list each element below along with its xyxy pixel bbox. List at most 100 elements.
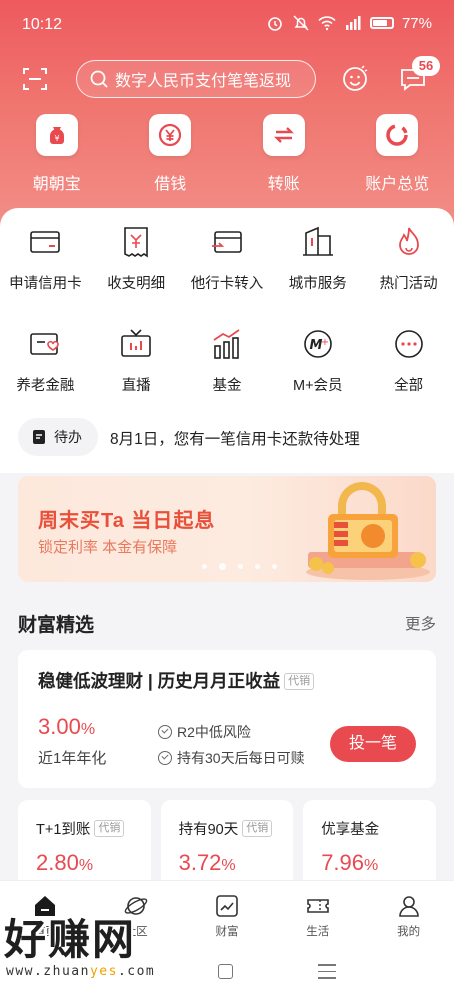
product-card[interactable]: 优享基金 7.96%: [303, 800, 436, 890]
product-card-title: 优享基金: [321, 818, 379, 839]
transfer-arrows-icon: [262, 114, 305, 156]
quick-action-label: 转账: [267, 176, 300, 193]
nav-menu-button[interactable]: [318, 964, 336, 979]
product-card[interactable]: T+1到账 代销 2.80%: [18, 800, 151, 890]
quick-action-transfer[interactable]: 转账: [227, 114, 341, 204]
tab-me[interactable]: 我的: [363, 881, 454, 942]
product-rate-unit: %: [80, 721, 96, 738]
services-row: 养老金融 直播 基金 M + M+会员 全部: [0, 326, 454, 395]
message-badge: 56: [412, 56, 440, 76]
service-label: 养老金融: [16, 378, 75, 394]
search-input[interactable]: 数字人民币支付笔笔返现: [76, 60, 316, 98]
wifi-icon: [318, 16, 336, 31]
quick-action-account-overview[interactable]: 账户总览: [341, 114, 454, 204]
receipt-icon: [124, 227, 148, 258]
service-label: 收支明细: [107, 276, 166, 292]
product-title-text: 稳健低波理财 | 历史月月正收益: [38, 671, 281, 691]
service-label: M+会员: [293, 378, 343, 394]
quick-action-loan[interactable]: 借钱: [114, 114, 228, 204]
status-time: 10:12: [22, 16, 63, 33]
status-icons: 77%: [266, 14, 432, 32]
service-hot-events[interactable]: 热门活动: [363, 224, 454, 293]
product-card[interactable]: 持有90天 代销 3.72%: [160, 800, 294, 890]
pagination-dot[interactable]: [255, 564, 260, 569]
product-card-title-text: T+1到账: [36, 822, 91, 838]
tab-home[interactable]: 首页: [0, 881, 91, 942]
check-circle-icon: [158, 725, 172, 739]
planet-icon: [124, 897, 148, 915]
service-label: 他行卡转入: [190, 276, 264, 292]
service-m-plus-member[interactable]: M + M+会员: [272, 326, 363, 395]
tab-label: 首页: [33, 926, 57, 938]
service-all[interactable]: 全部: [363, 326, 454, 395]
person-icon: [398, 896, 419, 917]
service-live[interactable]: 直播: [91, 326, 182, 395]
banner-title: 周末买Ta 当日起息: [38, 510, 216, 532]
services-panel: 申请信用卡 收支明细 他行卡转入 城市服务 热门活动 养老金融 直播 基金 M …: [0, 208, 454, 473]
more-dots-icon: [394, 330, 423, 358]
mute-icon: [293, 15, 309, 31]
agency-tag: 代销: [94, 820, 125, 837]
product-feature: 持有30天后每日可赎: [158, 748, 305, 768]
service-city-services[interactable]: 城市服务: [272, 224, 363, 293]
home-icon: [35, 896, 56, 916]
todo-icon: [33, 430, 45, 444]
service-label: 基金: [212, 378, 242, 394]
building-icon: [302, 226, 333, 256]
scan-icon[interactable]: [22, 66, 48, 92]
tab-label: 社区: [124, 926, 148, 938]
smiley-icon[interactable]: [340, 64, 370, 94]
section-title: 财富精选: [18, 615, 95, 636]
tab-label: 生活: [306, 926, 330, 938]
feature-text: 持有30天后每日可赎: [177, 750, 305, 766]
product-card-rate: 7.96%: [321, 850, 378, 876]
service-other-bank-transfer-in[interactable]: 他行卡转入: [182, 224, 273, 293]
quick-action-zhaozhaobao[interactable]: ¥ 朝朝宝: [0, 114, 114, 204]
signal-icon: [345, 16, 361, 30]
pagination-dot[interactable]: [238, 564, 243, 569]
service-pension-finance[interactable]: 养老金融: [0, 326, 91, 395]
pension-card-icon: [30, 333, 60, 355]
system-nav-bar: [0, 942, 454, 1000]
services-row: 申请信用卡 收支明细 他行卡转入 城市服务 热门活动: [0, 224, 454, 293]
nav-home-button[interactable]: [218, 964, 233, 979]
service-income-expense[interactable]: 收支明细: [91, 224, 182, 293]
status-bar: 10:12 77%: [0, 0, 454, 50]
service-label: 热门活动: [379, 276, 438, 292]
product-feature: R2中低风险: [158, 722, 251, 742]
quick-action-label: 账户总览: [365, 176, 430, 193]
product-card-rate: 2.80%: [36, 850, 93, 876]
todo-pill[interactable]: 待办: [18, 418, 98, 456]
quick-action-label: 朝朝宝: [32, 176, 81, 193]
pagination-dot-active[interactable]: [219, 563, 226, 570]
product-rate-label: 近1年年化: [38, 750, 107, 767]
card-transfer-icon: [211, 231, 242, 253]
product-card-title-text: 持有90天: [178, 822, 239, 838]
promo-banner[interactable]: 周末买Ta 当日起息 锁定利率 本金有保障: [18, 476, 436, 582]
check-circle-icon: [158, 751, 172, 765]
top-bar: 数字人民币支付笔笔返现 56: [0, 56, 454, 102]
rate-value: 3.72: [178, 850, 222, 875]
banner-pagination: [202, 563, 277, 570]
service-fund[interactable]: 基金: [182, 326, 273, 395]
pagination-dot[interactable]: [272, 564, 277, 569]
todo-message[interactable]: 8月1日，您有一笔信用卡还款待处理: [110, 427, 360, 449]
battery-icon: [369, 17, 394, 29]
vault-illustration: [306, 482, 430, 580]
service-label: 城市服务: [288, 276, 347, 292]
tab-wealth[interactable]: 财富: [182, 881, 273, 942]
rate-unit: %: [78, 857, 94, 874]
tab-life[interactable]: 生活: [272, 881, 363, 942]
battery-percent: 77%: [401, 14, 432, 32]
product-rate-value: 3.00: [38, 714, 81, 739]
featured-product-card[interactable]: 稳健低波理财 | 历史月月正收益 代销 3.00% 近1年年化 R2中低风险 持有…: [18, 650, 436, 788]
pagination-dot[interactable]: [202, 564, 207, 569]
service-apply-credit-card[interactable]: 申请信用卡: [0, 224, 91, 293]
product-card-title: 持有90天 代销: [179, 818, 273, 839]
bar-chart-icon: [213, 329, 240, 359]
ring-chart-icon: [376, 114, 419, 156]
invest-button[interactable]: 投一笔: [330, 726, 416, 762]
more-link[interactable]: 更多: [405, 612, 436, 634]
tab-community[interactable]: 社区: [91, 881, 182, 942]
service-label: 直播: [121, 378, 151, 394]
